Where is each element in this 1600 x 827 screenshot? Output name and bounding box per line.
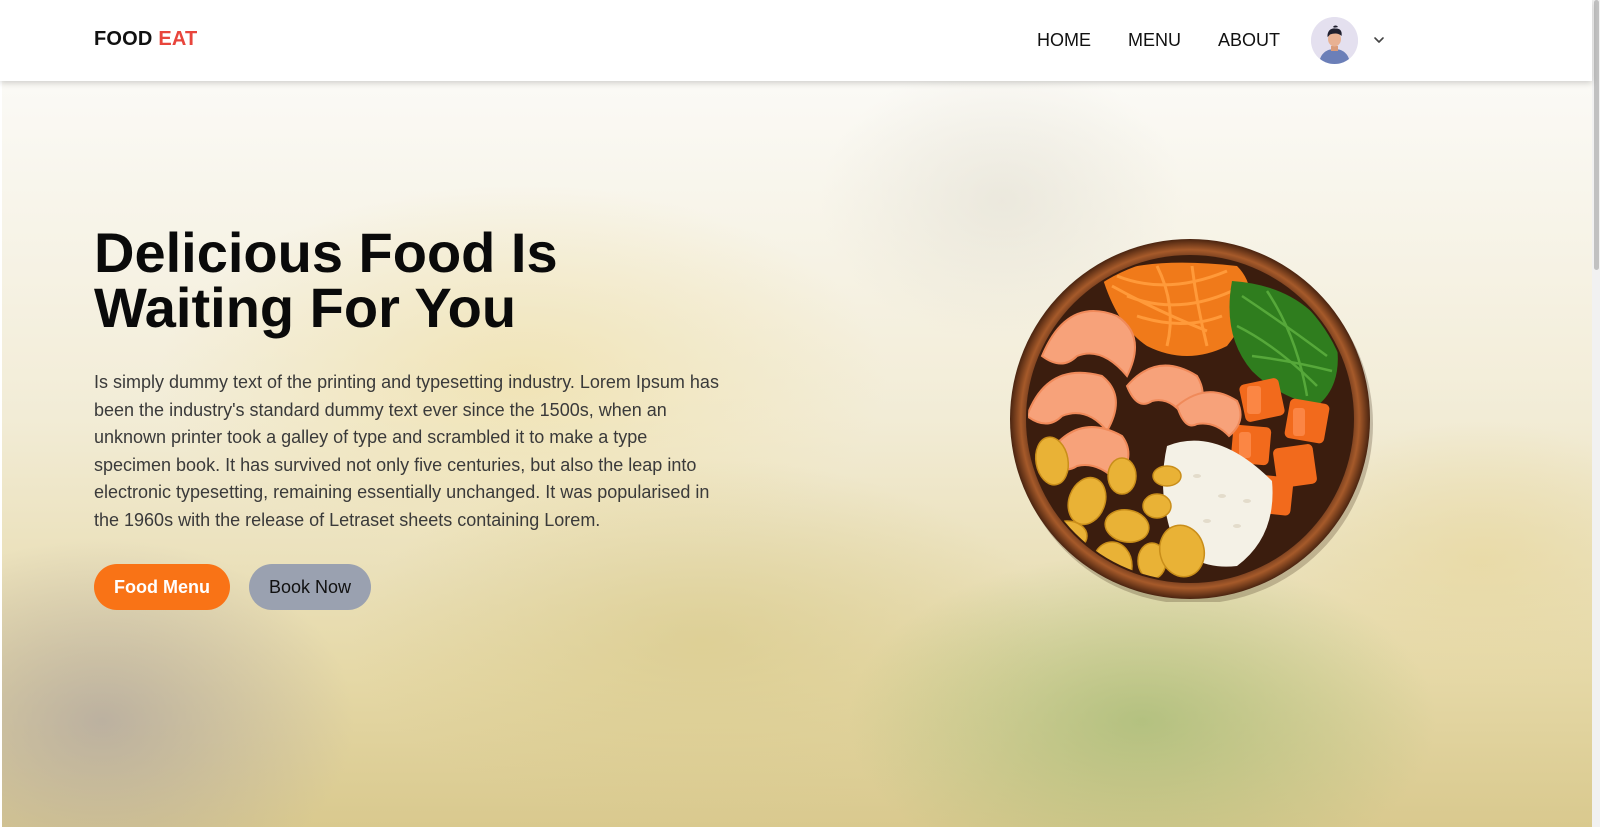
food-bowl-image [1010, 239, 1373, 602]
user-avatar-icon [1311, 17, 1358, 64]
nav-home-link[interactable]: HOME [1037, 30, 1091, 51]
main-nav: HOME MENU ABOUT [1037, 30, 1317, 51]
hero-title-line-1: Delicious Food Is [94, 221, 558, 284]
page: FOOD EAT HOME MENU ABOUT Delicious Food … [0, 0, 1600, 827]
food-menu-button[interactable]: Food Menu [94, 564, 230, 610]
user-avatar[interactable] [1311, 17, 1358, 64]
nav-about-link[interactable]: ABOUT [1218, 30, 1280, 51]
hero-section: Delicious Food Is Waiting For You Is sim… [2, 81, 1592, 827]
brand-logo-first: FOOD [94, 28, 153, 50]
top-navbar: FOOD EAT HOME MENU ABOUT [0, 0, 1592, 81]
page-scrollbar-thumb[interactable] [1594, 0, 1599, 270]
hero-title-line-2: Waiting For You [94, 276, 517, 339]
hero-title: Delicious Food Is Waiting For You [94, 225, 654, 336]
nav-menu-link[interactable]: MENU [1128, 30, 1181, 51]
brand-logo-second: EAT [158, 28, 198, 50]
brand-logo[interactable]: FOOD EAT [94, 28, 197, 51]
book-now-button[interactable]: Book Now [249, 564, 371, 610]
hero-description: Is simply dummy text of the printing and… [94, 372, 719, 530]
chevron-down-icon[interactable] [1372, 33, 1386, 47]
